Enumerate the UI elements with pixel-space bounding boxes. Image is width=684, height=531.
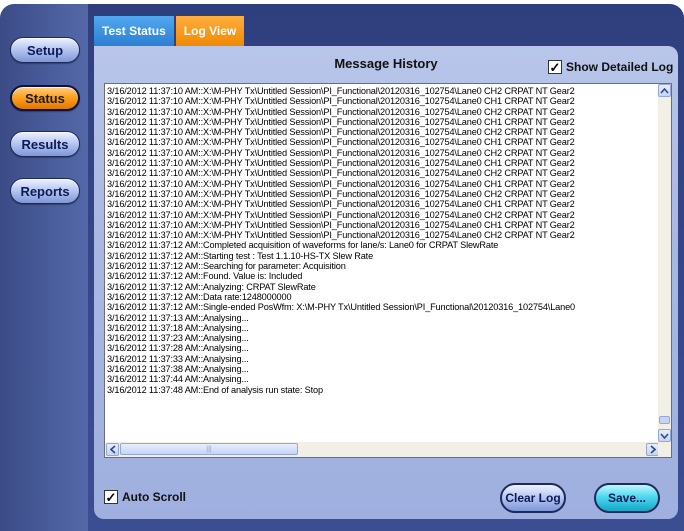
- setup-button[interactable]: Setup: [10, 37, 80, 63]
- tab-bar: Test Status Log View: [94, 16, 245, 46]
- auto-scroll-label: Auto Scroll: [122, 490, 187, 504]
- log-line: 3/16/2012 11:37:12 AM::Searching for par…: [107, 261, 346, 272]
- horizontal-scroll-thumb[interactable]: |||: [120, 443, 298, 455]
- log-line: 3/16/2012 11:37:10 AM::X:\M-PHY Tx\Untit…: [107, 127, 575, 138]
- log-line: 3/16/2012 11:37:10 AM::X:\M-PHY Tx\Untit…: [107, 168, 575, 179]
- vertical-scroll-thumb[interactable]: [659, 416, 670, 424]
- scroll-left-icon[interactable]: [106, 443, 119, 456]
- log-line: 3/16/2012 11:37:12 AM::Data rate:1248000…: [107, 291, 292, 302]
- message-history-log[interactable]: 3/16/2012 11:37:10 AM::X:\M-PHY Tx\Untit…: [104, 83, 672, 458]
- reports-button[interactable]: Reports: [10, 178, 80, 204]
- log-line: 3/16/2012 11:37:12 AM::Found. Value is: …: [107, 271, 303, 282]
- log-view-content: Message History ✓ Show Detailed Log 3/16…: [94, 46, 678, 519]
- scrollbar-corner: [658, 442, 671, 457]
- vertical-scrollbar[interactable]: [658, 84, 671, 442]
- log-line: 3/16/2012 11:37:28 AM::Analysing...: [107, 343, 249, 354]
- log-line: 3/16/2012 11:37:13 AM::Analysing...: [107, 312, 249, 323]
- horizontal-scrollbar[interactable]: |||: [105, 442, 660, 457]
- log-line: 3/16/2012 11:37:10 AM::X:\M-PHY Tx\Untit…: [107, 178, 575, 189]
- app-window: Setup Status Results Reports Test Status…: [0, 0, 684, 531]
- log-line: 3/16/2012 11:37:23 AM::Analysing...: [107, 333, 249, 344]
- log-line: 3/16/2012 11:37:10 AM::X:\M-PHY Tx\Untit…: [107, 158, 575, 169]
- log-line: 3/16/2012 11:37:12 AM::Analyzing: CRPAT …: [107, 281, 316, 292]
- log-line: 3/16/2012 11:37:10 AM::X:\M-PHY Tx\Untit…: [107, 96, 575, 107]
- show-detailed-log-checkbox[interactable]: ✓ Show Detailed Log: [548, 60, 673, 74]
- log-line: 3/16/2012 11:37:48 AM::End of analysis r…: [107, 384, 323, 395]
- log-line: 3/16/2012 11:37:12 AM::Completed acquisi…: [107, 240, 499, 251]
- log-line: 3/16/2012 11:37:10 AM::X:\M-PHY Tx\Untit…: [107, 209, 575, 220]
- log-line: 3/16/2012 11:37:10 AM::X:\M-PHY Tx\Untit…: [107, 86, 575, 96]
- log-line: 3/16/2012 11:37:10 AM::X:\M-PHY Tx\Untit…: [107, 137, 575, 148]
- log-line: 3/16/2012 11:37:33 AM::Analysing...: [107, 353, 249, 364]
- tab-test-status[interactable]: Test Status: [94, 16, 174, 46]
- log-line: 3/16/2012 11:37:44 AM::Analysing...: [107, 374, 249, 385]
- log-line: 3/16/2012 11:37:12 AM::Starting test : T…: [107, 250, 374, 261]
- tab-log-view[interactable]: Log View: [175, 16, 245, 46]
- scroll-up-icon[interactable]: [658, 84, 671, 97]
- log-line: 3/16/2012 11:37:12 AM::Single-ended PosW…: [107, 302, 575, 313]
- log-line: 3/16/2012 11:37:10 AM::X:\M-PHY Tx\Untit…: [107, 106, 575, 117]
- log-line: 3/16/2012 11:37:10 AM::X:\M-PHY Tx\Untit…: [107, 219, 575, 230]
- show-detailed-log-label: Show Detailed Log: [566, 60, 674, 74]
- main-panel: Test Status Log View Message History ✓ S…: [88, 4, 684, 531]
- scroll-down-icon[interactable]: [658, 429, 671, 442]
- status-button[interactable]: Status: [10, 85, 80, 111]
- log-lines: 3/16/2012 11:37:10 AM::X:\M-PHY Tx\Untit…: [107, 86, 659, 439]
- auto-scroll-checkbox[interactable]: ✓ Auto Scroll: [104, 490, 186, 504]
- log-line: 3/16/2012 11:37:38 AM::Analysing...: [107, 364, 249, 375]
- log-line: 3/16/2012 11:37:10 AM::X:\M-PHY Tx\Untit…: [107, 199, 575, 210]
- checkmark-icon: ✓: [548, 59, 562, 75]
- log-line: 3/16/2012 11:37:10 AM::X:\M-PHY Tx\Untit…: [107, 188, 575, 199]
- log-line: 3/16/2012 11:37:10 AM::X:\M-PHY Tx\Untit…: [107, 147, 575, 158]
- log-line: 3/16/2012 11:37:18 AM::Analysing...: [107, 322, 249, 333]
- clear-log-button[interactable]: Clear Log: [500, 483, 566, 513]
- log-line: 3/16/2012 11:37:10 AM::X:\M-PHY Tx\Untit…: [107, 116, 575, 127]
- log-line: 3/16/2012 11:37:10 AM::X:\M-PHY Tx\Untit…: [107, 230, 575, 241]
- save-button[interactable]: Save...: [594, 483, 660, 513]
- results-button[interactable]: Results: [10, 131, 80, 157]
- left-nav-panel: Setup Status Results Reports: [0, 4, 88, 531]
- checkmark-icon: ✓: [104, 489, 118, 505]
